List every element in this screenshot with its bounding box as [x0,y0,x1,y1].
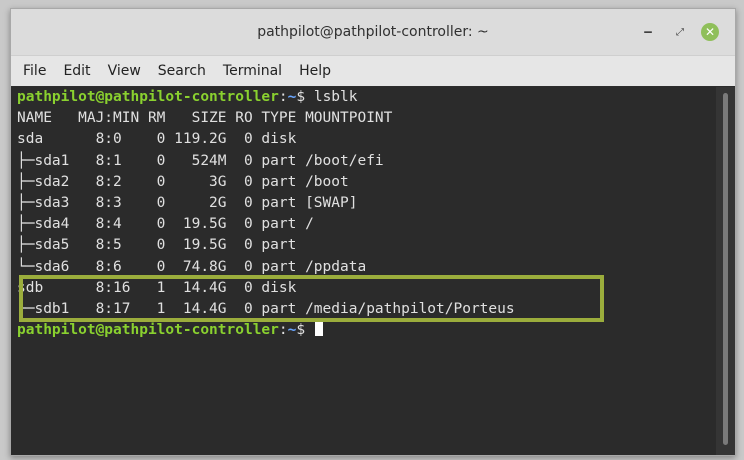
prompt-user: pathpilot@pathpilot-controller [17,89,279,105]
title-bar[interactable]: pathpilot@pathpilot-controller: ~ ‒ ⤢ ✕ [11,9,735,56]
menu-terminal[interactable]: Terminal [221,63,284,79]
prompt-suffix: $ [296,322,314,339]
prompt-line: pathpilot@pathpilot-controller:~$ [17,320,716,341]
prompt-colon: : [278,322,288,339]
vertical-scrollbar[interactable] [716,87,735,455]
maximize-icon[interactable]: ⤢ [671,23,689,41]
menu-bar: File Edit View Search Terminal Help [11,56,735,86]
close-icon[interactable]: ✕ [701,23,719,41]
output-line-sda1: ├─sda1 8:1 0 524M 0 part /boot/efi [17,152,384,169]
output-line-sda3: ├─sda3 8:3 0 2G 0 part [SWAP] [17,194,358,211]
terminal-output[interactable]: pathpilot@pathpilot-controller:~$ lsblk … [11,87,716,455]
output-line-sda4: ├─sda4 8:4 0 19.5G 0 part / [17,216,314,233]
scrollbar-thumb[interactable] [723,93,728,445]
minimize-icon[interactable]: ‒ [639,23,657,41]
window-title: pathpilot@pathpilot-controller: ~ [257,24,489,40]
menu-help[interactable]: Help [297,63,333,79]
output-line-sda6: └─sda6 8:6 0 74.8G 0 part /ppdata [17,258,367,275]
prompt-suffix: $ [296,89,314,105]
output-line-sda: sda 8:0 0 119.2G 0 disk [17,131,306,148]
prompt-user: pathpilot@pathpilot-controller [17,322,279,339]
output-header: NAME MAJ:MIN RM SIZE RO TYPE MOUNTPOINT [17,110,393,127]
output-line-sdb1: └─sdb1 8:17 1 14.4G 0 part /media/pathpi… [17,300,515,317]
command-text: lsblk [313,89,358,105]
command-line: pathpilot@pathpilot-controller:~$ lsblk [17,87,716,108]
menu-view[interactable]: View [106,63,143,79]
prompt-colon: : [278,89,288,105]
menu-edit[interactable]: Edit [61,63,92,79]
text-cursor [314,320,323,337]
menu-file[interactable]: File [21,63,48,79]
output-line-sda5: ├─sda5 8:5 0 19.5G 0 part [17,237,306,254]
output-line-sda2: ├─sda2 8:2 0 3G 0 part /boot [17,173,349,190]
output-line-sdb: sdb 8:16 1 14.4G 0 disk [17,279,306,296]
terminal-window: pathpilot@pathpilot-controller: ~ ‒ ⤢ ✕ … [10,8,736,456]
menu-search[interactable]: Search [156,63,208,79]
